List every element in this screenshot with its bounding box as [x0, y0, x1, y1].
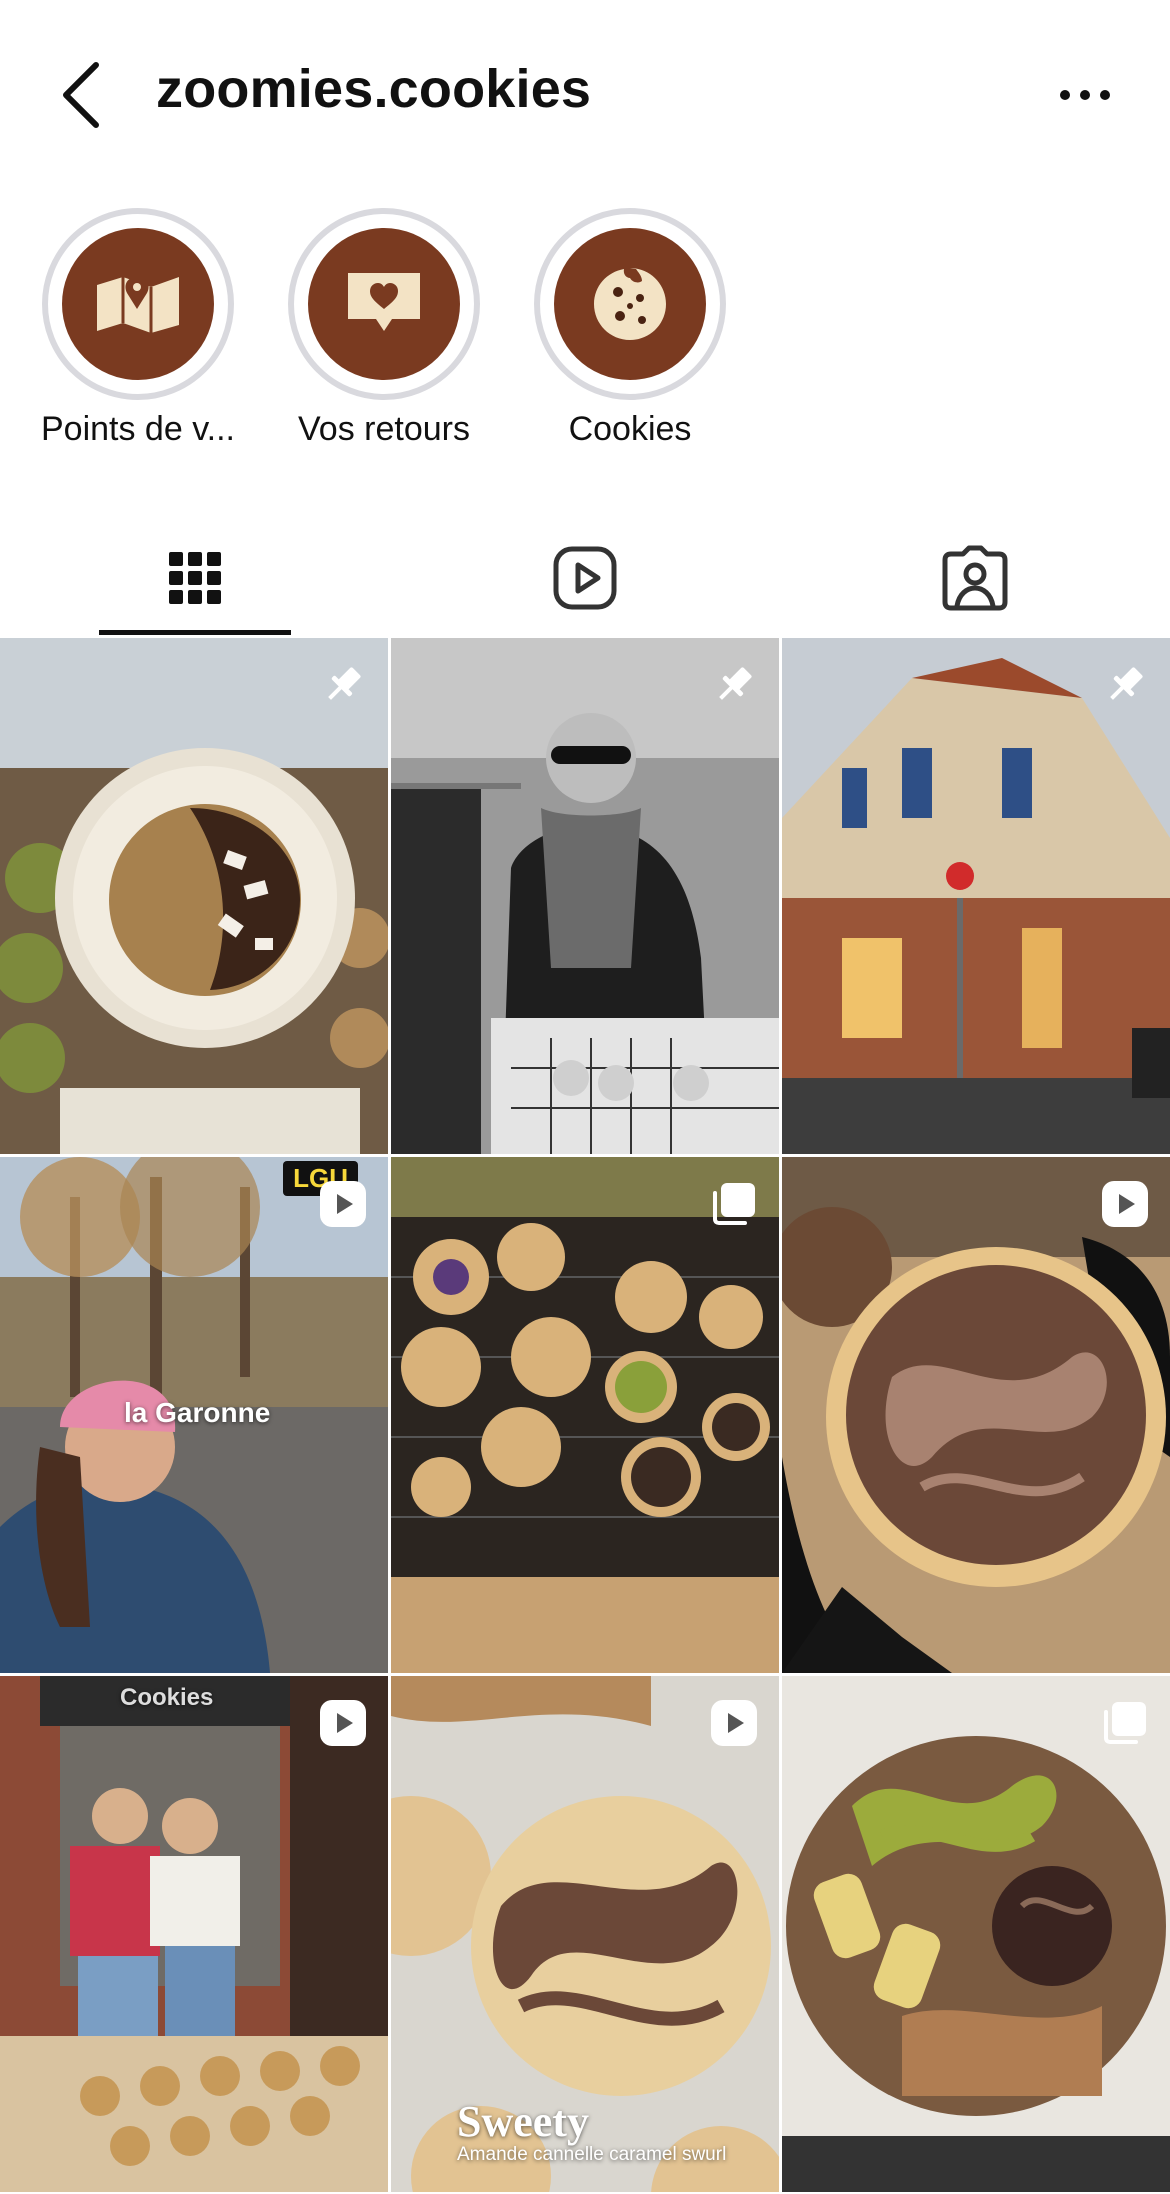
profile-header: zoomies.cookies	[0, 0, 1170, 190]
highlight-cookies[interactable]: Cookies	[512, 200, 742, 460]
cookie-icon	[594, 268, 666, 340]
profile-username: zoomies.cookies	[156, 59, 592, 119]
map-pin-icon	[97, 277, 179, 333]
posts-grid: LGU la Garonne Cookies Sweety Amande can…	[0, 638, 1170, 2194]
carousel-icon	[1104, 1702, 1146, 1744]
post-image-two-women-storefront	[0, 1676, 388, 2192]
highlight-points-de-vente[interactable]: Points de v...	[20, 200, 250, 460]
highlight-ring	[288, 208, 480, 400]
post-thumbnail[interactable]: LGU la Garonne	[0, 1157, 388, 1673]
post-subcaption: Amande cannelle caramel swurl	[457, 2144, 727, 2165]
highlight-cover	[62, 228, 214, 380]
highlight-ring	[534, 208, 726, 400]
post-thumbnail[interactable]	[391, 1157, 779, 1673]
grid-icon	[169, 552, 221, 604]
tagged-user-icon	[942, 545, 1008, 611]
heart-message-icon	[348, 273, 420, 331]
tab-reels[interactable]	[390, 520, 780, 636]
post-thumbnail[interactable]	[391, 638, 779, 1154]
reels-icon	[553, 546, 617, 610]
post-image-cookies-rack	[391, 1157, 779, 1673]
post-thumbnail[interactable]: Sweety Amande cannelle caramel swurl	[391, 1676, 779, 2192]
post-image-cookie-plate	[0, 638, 388, 1154]
storefront-sign: Cookies	[120, 1684, 214, 1711]
story-highlights: Points de v... Vos retours Cookies	[0, 200, 1170, 460]
post-caption: la Garonne	[124, 1397, 271, 1428]
post-image-giant-cookie-box	[782, 1676, 1170, 2192]
back-button[interactable]	[50, 55, 110, 135]
post-thumbnail[interactable]: Cookies	[0, 1676, 388, 2192]
highlight-vos-retours[interactable]: Vos retours	[266, 200, 496, 460]
highlight-cover	[554, 228, 706, 380]
highlight-cover	[308, 228, 460, 380]
active-tab-indicator	[99, 630, 291, 635]
post-thumbnail[interactable]	[0, 638, 388, 1154]
post-thumbnail[interactable]	[782, 1157, 1170, 1673]
reel-icon	[320, 1181, 366, 1227]
highlight-label: Vos retours	[298, 410, 470, 448]
post-thumbnail[interactable]	[782, 638, 1170, 1154]
pin-icon	[1110, 667, 1143, 700]
highlight-label: Cookies	[568, 410, 692, 448]
profile-page: zoomies.cookies Points de v... Vos retou…	[0, 0, 1170, 2194]
reel-icon	[711, 1700, 757, 1746]
more-options-button[interactable]	[1050, 75, 1120, 115]
post-thumbnail[interactable]	[782, 1676, 1170, 2192]
more-dots-icon	[1060, 90, 1110, 100]
reel-icon	[1102, 1181, 1148, 1227]
pin-icon	[719, 667, 752, 700]
pin-icon	[328, 667, 361, 700]
tab-tagged[interactable]	[780, 520, 1170, 636]
reel-icon	[320, 1700, 366, 1746]
carousel-icon	[713, 1183, 755, 1225]
tab-posts[interactable]	[0, 520, 390, 636]
chevron-left-icon	[63, 62, 99, 128]
post-image-bw-woman	[391, 638, 779, 1154]
profile-tabs	[0, 520, 1170, 636]
highlight-label: Points de v...	[40, 410, 236, 448]
post-image-chocolate-swirl-cookie	[782, 1157, 1170, 1673]
highlight-ring	[42, 208, 234, 400]
post-caption: Sweety	[457, 2097, 589, 2146]
post-image-storefront	[782, 638, 1170, 1154]
